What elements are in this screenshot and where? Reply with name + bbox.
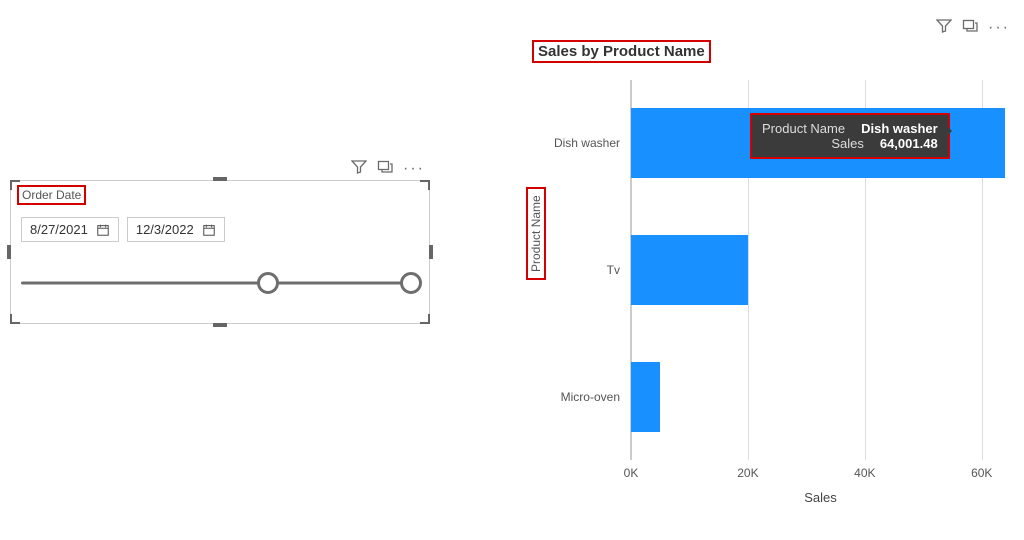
date-to-input[interactable]: 12/3/2022 <box>127 217 225 242</box>
calendar-icon <box>96 223 110 237</box>
filter-icon[interactable] <box>936 18 952 37</box>
focus-mode-icon[interactable] <box>962 18 978 37</box>
category-label: Tv <box>530 263 620 277</box>
date-to-value: 12/3/2022 <box>136 222 194 237</box>
x-tick-label: 20K <box>737 466 758 480</box>
focus-mode-icon[interactable] <box>377 159 393 178</box>
bar-tv[interactable] <box>631 235 748 305</box>
tooltip-value: Dish washer <box>861 121 938 136</box>
more-options-icon[interactable]: ··· <box>403 161 425 177</box>
category-label: Dish washer <box>530 136 620 150</box>
resize-handle[interactable] <box>420 314 430 324</box>
sales-by-product-chart: ··· Sales by Product Name Product Name S… <box>530 40 1010 520</box>
date-from-value: 8/27/2021 <box>30 222 88 237</box>
date-slider[interactable] <box>21 273 419 293</box>
resize-handle[interactable] <box>10 314 20 324</box>
resize-handle[interactable] <box>213 177 227 181</box>
order-date-slicer[interactable]: ··· Order Date 8/27/2021 12/3/2022 <box>10 180 430 324</box>
date-range-row: 8/27/2021 12/3/2022 <box>21 217 225 242</box>
data-tooltip: Product Name Dish washer Sales 64,001.48 <box>750 113 950 159</box>
tooltip-value: 64,001.48 <box>880 136 938 151</box>
resize-handle[interactable] <box>10 180 20 190</box>
slider-fill <box>268 282 411 285</box>
tooltip-key: Product Name <box>762 121 845 136</box>
slicer-title: Order Date <box>17 185 86 205</box>
filter-icon[interactable] <box>351 159 367 178</box>
more-options-icon[interactable]: ··· <box>988 20 1010 36</box>
bar-micro-oven[interactable] <box>631 362 660 432</box>
tooltip-key: Sales <box>762 136 864 151</box>
x-tick-label: 0K <box>624 466 639 480</box>
resize-handle[interactable] <box>420 180 430 190</box>
chart-title: Sales by Product Name <box>532 40 711 63</box>
x-tick-label: 60K <box>971 466 992 480</box>
x-axis-title: Sales <box>804 490 837 505</box>
category-label: Micro-oven <box>530 390 620 404</box>
chart-visual-header: ··· <box>936 18 1010 37</box>
x-tick-label: 40K <box>854 466 875 480</box>
slicer-visual-header: ··· <box>351 159 425 178</box>
calendar-icon <box>202 223 216 237</box>
slider-handle-from[interactable] <box>257 272 279 294</box>
resize-handle[interactable] <box>429 245 433 259</box>
date-from-input[interactable]: 8/27/2021 <box>21 217 119 242</box>
slider-handle-to[interactable] <box>400 272 422 294</box>
resize-handle[interactable] <box>7 245 11 259</box>
resize-handle[interactable] <box>213 323 227 327</box>
